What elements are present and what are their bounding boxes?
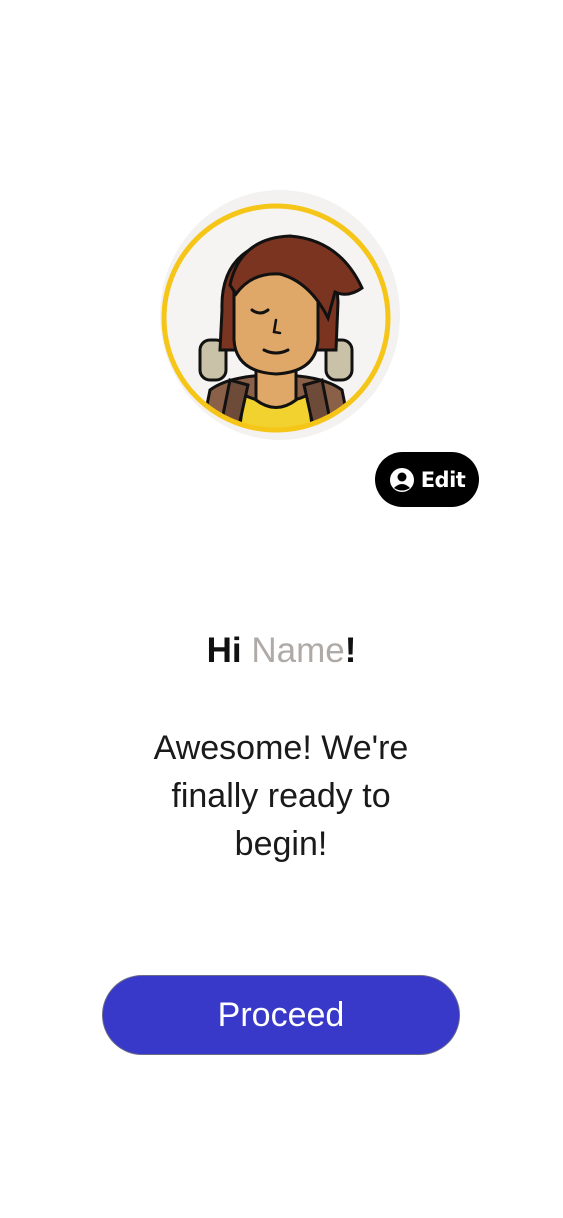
greeting-hi: Hi [206, 631, 242, 670]
edit-label: Edit [420, 467, 466, 492]
greeting-heading: Hi Name! [0, 630, 563, 672]
profile-avatar [160, 190, 400, 440]
welcome-screen: Edit Hi Name! Awesome! We're finally rea… [0, 0, 563, 1218]
user-name-placeholder: Name [251, 631, 345, 670]
welcome-message: Awesome! We're finally ready to begin! [153, 729, 409, 863]
proceed-button[interactable]: Proceed [102, 975, 460, 1055]
greeting-exclamation: ! [344, 631, 357, 670]
user-circle-icon [389, 467, 414, 492]
edit-avatar-button[interactable]: Edit [375, 452, 479, 507]
hiker-avatar-icon [161, 203, 391, 433]
